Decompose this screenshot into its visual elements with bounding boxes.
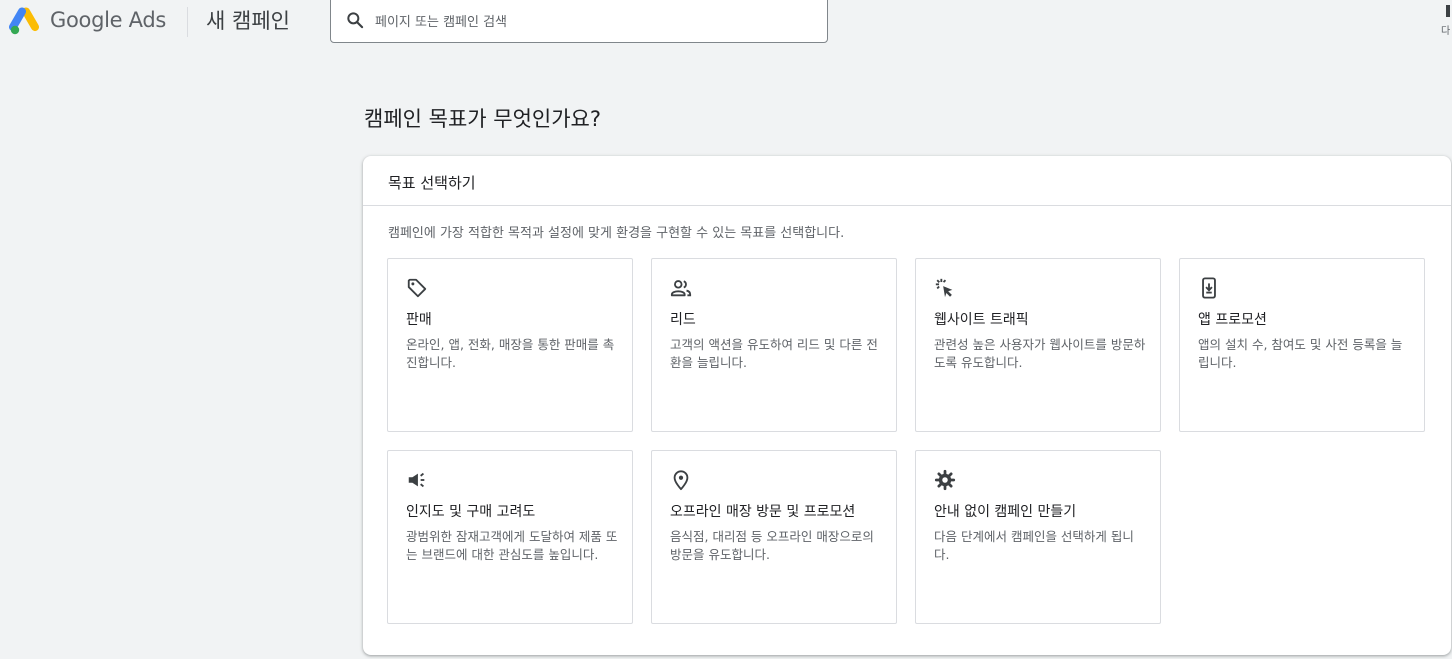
account-label: 다 bbox=[1441, 26, 1451, 37]
cursor-click-icon bbox=[935, 278, 953, 298]
top-bar: Google Ads 새 캠페인 다 bbox=[0, 0, 1452, 48]
google-ads-logo[interactable] bbox=[8, 6, 40, 36]
location-pin-icon bbox=[673, 470, 689, 491]
goal-title: 리드 bbox=[670, 312, 696, 328]
goal-description: 다음 단계에서 캠페인을 선택하게 됩니다. bbox=[934, 529, 1134, 562]
page-name: 새 캠페인 bbox=[206, 9, 290, 33]
goal-description: 온라인, 앱, 전화, 매장을 통한 판매를 촉진합니다. bbox=[406, 337, 615, 370]
panel-description: 캠페인에 가장 적합한 목적과 설정에 맞게 환경을 구현할 수 있는 목표를 … bbox=[388, 226, 845, 241]
panel-title: 목표 선택하기 bbox=[388, 174, 476, 192]
goal-description: 음식점, 대리점 등 오프라인 매장으로의 방문을 유도합니다. bbox=[670, 529, 874, 562]
megaphone-icon bbox=[408, 472, 425, 488]
search-input[interactable] bbox=[373, 9, 817, 35]
goal-title: 오프라인 매장 방문 및 프로모션 bbox=[670, 504, 856, 520]
goal-panel: 목표 선택하기 캠페인에 가장 적합한 목적과 설정에 맞게 환경을 구현할 수… bbox=[363, 156, 1451, 655]
goal-description: 고객의 액션을 유도하여 리드 및 다른 전환을 늘립니다. bbox=[670, 337, 878, 370]
account-mark[interactable] bbox=[1446, 5, 1450, 17]
brand-name: Google Ads bbox=[50, 8, 166, 32]
goal-title: 안내 없이 캠페인 만들기 bbox=[934, 504, 1077, 520]
goal-title: 판매 bbox=[406, 312, 432, 328]
header-divider bbox=[187, 7, 188, 37]
page-title: 캠페인 목표가 무엇인가요? bbox=[364, 107, 602, 131]
goal-card-app-promotion[interactable]: 앱 프로모션 앱의 설치 수, 참여도 및 사전 등록을 늘립니다. bbox=[1179, 258, 1425, 432]
goal-title: 웹사이트 트래픽 bbox=[934, 312, 1029, 328]
phone-download-icon bbox=[1202, 277, 1216, 299]
goal-card-local-store-visits[interactable]: 오프라인 매장 방문 및 프로모션 음식점, 대리점 등 오프라인 매장으로의 … bbox=[651, 450, 897, 624]
tag-icon bbox=[407, 278, 427, 298]
goal-description: 광범위한 잠재고객에게 도달하여 제품 또는 브랜드에 대한 관심도를 높입니다… bbox=[406, 529, 618, 562]
goal-card-website-traffic[interactable]: 웹사이트 트래픽 관련성 높은 사용자가 웹사이트를 방문하도록 유도합니다. bbox=[915, 258, 1161, 432]
goal-card-awareness[interactable]: 인지도 및 구매 고려도 광범위한 잠재고객에게 도달하여 제품 또는 브랜드에… bbox=[387, 450, 633, 624]
goal-title: 앱 프로모션 bbox=[1198, 312, 1267, 328]
goal-title: 인지도 및 구매 고려도 bbox=[406, 504, 536, 520]
search-icon[interactable] bbox=[345, 10, 365, 30]
people-icon bbox=[670, 280, 692, 297]
goal-card-no-guidance[interactable]: 안내 없이 캠페인 만들기 다음 단계에서 캠페인을 선택하게 됩니다. bbox=[915, 450, 1161, 624]
goal-card-leads[interactable]: 리드 고객의 액션을 유도하여 리드 및 다른 전환을 늘립니다. bbox=[651, 258, 897, 432]
gear-icon bbox=[934, 469, 956, 491]
goal-card-sales[interactable]: 판매 온라인, 앱, 전화, 매장을 통한 판매를 촉진합니다. bbox=[387, 258, 633, 432]
goal-description: 관련성 높은 사용자가 웹사이트를 방문하도록 유도합니다. bbox=[934, 337, 1146, 370]
goal-description: 앱의 설치 수, 참여도 및 사전 등록을 늘립니다. bbox=[1198, 337, 1403, 370]
search-box[interactable] bbox=[330, 0, 828, 43]
panel-divider bbox=[363, 205, 1451, 206]
